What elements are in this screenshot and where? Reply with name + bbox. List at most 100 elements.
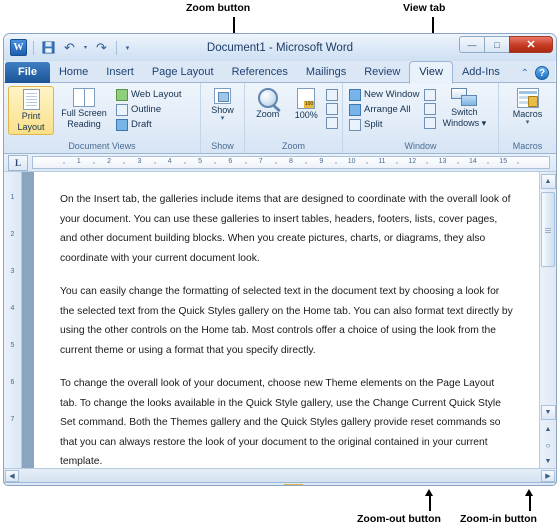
group-title-show: Show (211, 141, 234, 151)
ruler-tick (396, 162, 398, 164)
print-layout-view-icon[interactable] (284, 483, 304, 485)
close-button[interactable]: ✕ (509, 36, 553, 53)
macros-icon (516, 88, 539, 108)
tab-view[interactable]: View (409, 61, 453, 84)
customize-qat-icon[interactable]: ▾ (123, 39, 132, 56)
new-window-button[interactable]: New Window (347, 88, 422, 102)
annotation-label-zoom-in-button: Zoom-in button (460, 513, 537, 525)
scroll-right-button[interactable]: ▶ (541, 469, 555, 482)
zoom-100-button[interactable]: 100% (288, 86, 324, 123)
qat-divider-2 (116, 40, 117, 55)
print-layout-button[interactable]: Print Layout (8, 86, 54, 135)
scroll-left-button[interactable]: ◀ (5, 469, 19, 482)
ruler-number: 9 (319, 158, 324, 165)
minimize-button[interactable]: — (459, 36, 485, 53)
vertical-scrollbar[interactable]: ▲ ▼ ▲ ○ ▼ (539, 172, 556, 468)
ruler-tick (93, 162, 95, 164)
ruler-tick (517, 162, 519, 164)
group-title-macros: Macros (512, 141, 543, 151)
collapse-ribbon-icon[interactable]: ⌃ (521, 68, 529, 79)
scroll-up-button[interactable]: ▲ (540, 174, 556, 189)
ruler-number: 7 (258, 158, 263, 165)
horizontal-scrollbar[interactable]: ◀ ▶ (4, 468, 556, 482)
qat-divider (33, 40, 34, 55)
outline-icon (116, 104, 128, 116)
proofing-errors-icon[interactable] (140, 484, 172, 486)
zoom-button[interactable]: Zoom (249, 86, 286, 122)
tab-references[interactable]: References (223, 62, 297, 83)
one-page-icon[interactable] (326, 89, 338, 101)
draft-button[interactable]: Draft (114, 118, 185, 132)
two-pages-icon[interactable] (326, 103, 338, 115)
outline-button[interactable]: Outline (114, 103, 185, 117)
help-icon[interactable]: ? (535, 66, 549, 80)
reset-window-position-icon[interactable] (424, 117, 437, 129)
ribbon: Print Layout Full Screen Reading Web Lay… (4, 83, 556, 154)
ruler-tick (366, 162, 368, 164)
previous-page-icon[interactable]: ▲ (542, 423, 555, 436)
tab-home[interactable]: Home (50, 62, 97, 83)
title-bar: W ↶ ▾ ↷ ▾ Document1 - Microsoft Word — □… (4, 34, 556, 61)
tab-add-ins[interactable]: Add-Ins (453, 62, 509, 83)
synchronous-scrolling-icon[interactable] (424, 103, 437, 115)
macros-dropdown-icon[interactable]: ▾ (526, 119, 530, 126)
ribbon-group-window: New Window Arrange All Split Switch Wind… (342, 83, 498, 153)
show-button[interactable]: Show ▾ (205, 86, 240, 124)
tab-insert[interactable]: Insert (97, 62, 143, 83)
select-browse-object-icon[interactable]: ○ (542, 439, 555, 452)
show-dropdown-icon[interactable]: ▾ (221, 115, 225, 122)
draft-view-icon[interactable] (362, 486, 377, 487)
ruler-number: 5 (198, 158, 202, 165)
split-button[interactable]: Split (347, 118, 422, 132)
ruler-number: 15 (499, 158, 508, 165)
ribbon-group-show: Show ▾ Show (200, 83, 244, 153)
tab-review[interactable]: Review (355, 62, 409, 83)
ribbon-group-macros: Macros ▾ Macros (498, 83, 556, 153)
web-layout-button[interactable]: Web Layout (114, 88, 185, 102)
undo-dropdown-icon[interactable]: ▾ (82, 39, 89, 56)
vertical-ruler[interactable]: 1 2 3 4 5 6 7 (4, 172, 22, 468)
ribbon-group-zoom: Zoom 100% Zoom (244, 83, 342, 153)
ruler-number: 14 (468, 158, 477, 165)
document-left-margin-gutter (22, 172, 34, 468)
web-layout-view-icon[interactable] (324, 486, 339, 487)
restore-button[interactable]: □ (484, 36, 510, 53)
page-width-icon[interactable] (326, 117, 338, 129)
view-side-by-side-icon[interactable] (424, 89, 437, 101)
ruler-track[interactable]: 1 2 3 4 5 6 7 8 9 10 11 12 13 14 15 (32, 156, 550, 169)
ruler-tick (335, 162, 337, 164)
group-title-document-views: Document Views (68, 141, 136, 151)
draft-label: Draft (131, 119, 152, 130)
ribbon-group-document-views: Print Layout Full Screen Reading Web Lay… (4, 83, 200, 153)
print-layout-icon (22, 89, 40, 110)
tab-file[interactable]: File (5, 62, 50, 83)
tab-stop-selector[interactable]: L (8, 154, 28, 171)
ruler-tick (305, 162, 307, 164)
ruler-number: 10 (347, 158, 356, 165)
full-screen-reading-button[interactable]: Full Screen Reading (56, 86, 112, 131)
window-compare-icons (424, 86, 437, 129)
redo-icon[interactable]: ↷ (93, 39, 110, 56)
undo-icon[interactable]: ↶ (61, 39, 78, 56)
group-title-zoom: Zoom (281, 141, 305, 151)
scroll-down-button[interactable]: ▼ (540, 405, 556, 420)
horizontal-ruler[interactable]: L 1 2 3 4 5 6 7 8 9 10 11 12 13 14 15 (4, 154, 556, 172)
tab-strip-right-controls: ⌃ ? (521, 66, 556, 83)
tab-mailings[interactable]: Mailings (297, 62, 355, 83)
show-label: Show (211, 105, 234, 115)
save-icon[interactable] (40, 39, 57, 56)
vertical-ruler-number: 7 (10, 416, 15, 423)
quick-access-toolbar[interactable]: W ↶ ▾ ↷ ▾ (4, 39, 132, 56)
vertical-scroll-thumb[interactable] (541, 192, 555, 267)
switch-windows-button[interactable]: Switch Windows ▾ (438, 86, 490, 130)
outline-view-icon[interactable] (343, 486, 358, 487)
ruler-number: 3 (137, 158, 142, 165)
document-page[interactable]: On the Insert tab, the galleries include… (34, 172, 539, 468)
full-screen-reading-view-icon[interactable] (305, 486, 320, 487)
annotation-label-zoom-out-button: Zoom-out button (357, 513, 441, 525)
word-logo-icon[interactable]: W (10, 39, 27, 56)
next-page-icon[interactable]: ▼ (542, 455, 555, 468)
macros-button[interactable]: Macros ▾ (506, 86, 550, 128)
tab-page-layout[interactable]: Page Layout (143, 62, 223, 83)
arrange-all-button[interactable]: Arrange All (347, 103, 422, 117)
